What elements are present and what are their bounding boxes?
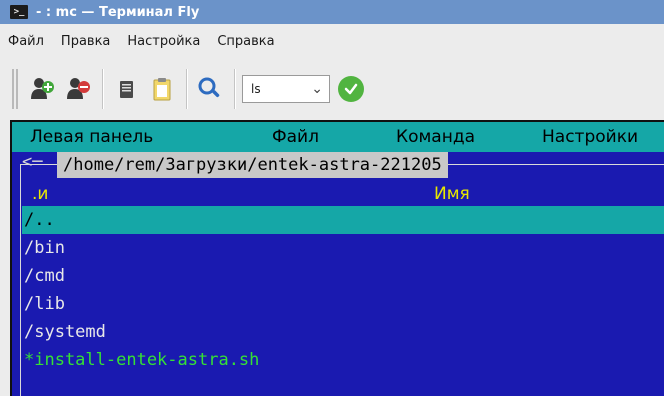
column-header-name[interactable]: Имя <box>434 184 470 204</box>
menu-file[interactable]: Файл <box>8 34 44 49</box>
paste-button[interactable] <box>146 73 178 105</box>
sort-indicator[interactable]: .и <box>32 184 48 204</box>
toolbar-separator <box>234 69 236 109</box>
terminal-area[interactable]: Левая панель Файл Команда Настройки <─ /… <box>10 120 664 396</box>
command-combo-value: ls <box>251 82 261 96</box>
panel-path: /home/rem/Загрузки/entek-astra-221205 <box>57 152 448 178</box>
execute-button[interactable] <box>338 76 364 102</box>
menu-help[interactable]: Справка <box>217 34 274 49</box>
toolbar-separator <box>186 69 188 109</box>
window-titlebar[interactable]: >_ - : mc — Терминал Fly <box>0 0 664 24</box>
toolbar-grip[interactable] <box>12 69 18 109</box>
file-row-bin[interactable]: /bin <box>22 234 664 262</box>
copy-button[interactable] <box>110 73 142 105</box>
checkmark-icon <box>344 83 358 95</box>
menu-settings[interactable]: Настройка <box>127 34 200 49</box>
copy-icon <box>120 81 133 98</box>
mc-menu-file[interactable]: Файл <box>272 127 319 147</box>
file-row-lib[interactable]: /lib <box>22 290 664 318</box>
command-combo[interactable]: ls ⌄ <box>242 75 330 103</box>
close-tab-icon <box>67 78 90 99</box>
chevron-down-icon: ⌄ <box>311 81 323 97</box>
menu-edit[interactable]: Правка <box>61 34 110 49</box>
mc-menu-settings[interactable]: Настройки <box>542 127 638 147</box>
new-tab-button[interactable] <box>26 73 58 105</box>
panel-frame-left <box>20 164 21 396</box>
find-button[interactable] <box>194 73 226 105</box>
panel-history-arrow[interactable]: <─ <box>22 152 42 172</box>
new-tab-icon <box>31 78 54 99</box>
file-row-parent[interactable]: /.. <box>22 206 664 234</box>
mc-menu-command[interactable]: Команда <box>396 127 475 147</box>
toolbar: ls ⌄ <box>0 62 664 116</box>
mc-menubar: Левая панель Файл Команда Настройки <box>12 122 664 152</box>
file-row-cmd[interactable]: /cmd <box>22 262 664 290</box>
file-row-systemd[interactable]: /systemd <box>22 318 664 346</box>
toolbar-separator <box>102 69 104 109</box>
file-row-install-script[interactable]: *install-entek-astra.sh <box>22 346 664 374</box>
window-title: - : mc — Терминал Fly <box>36 4 200 20</box>
close-tab-button[interactable] <box>62 73 94 105</box>
mc-menu-left-panel[interactable]: Левая панель <box>30 127 153 147</box>
terminal-icon: >_ <box>10 5 28 19</box>
menubar: Файл Правка Настройка Справка <box>0 24 664 58</box>
find-icon <box>198 77 220 98</box>
paste-icon <box>153 78 171 101</box>
